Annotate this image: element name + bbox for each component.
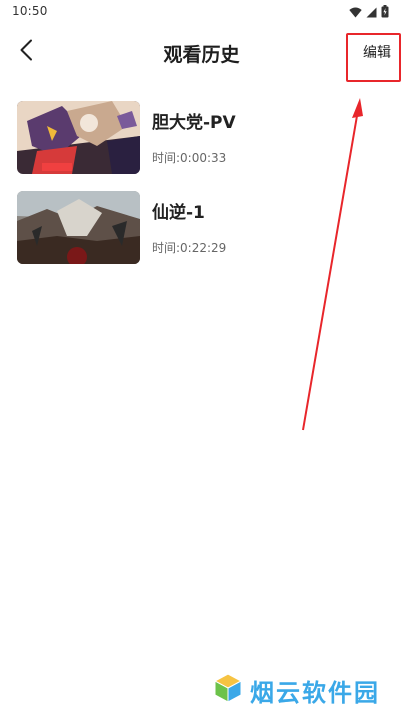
status-bar: 10:50 [0,0,403,24]
annotation-highlight-box [346,33,401,82]
history-item-time: 时间:0:00:33 [152,151,227,165]
battery-charging-icon [381,3,389,22]
history-item-title: 胆大党-PV [152,113,236,133]
page-title: 观看历史 [163,44,240,66]
watermark: 烟云软件园 [212,672,380,708]
cube-logo-icon [212,672,244,708]
history-item[interactable]: 胆大党-PV 时间:0:00:33 [0,98,403,188]
history-item-title: 仙逆-1 [152,203,205,223]
watermark-text: 烟云软件园 [250,678,380,707]
history-item[interactable]: 仙逆-1 时间:0:22:29 [0,188,403,278]
wifi-icon [349,3,362,22]
header: 观看历史 编辑 [0,24,403,80]
signal-icon [366,3,377,22]
fantasy-landscape-thumbnail [17,191,140,264]
status-icons [349,3,389,22]
anime-poster-thumbnail [17,101,140,174]
history-item-time: 时间:0:22:29 [152,241,227,255]
history-list: 胆大党-PV 时间:0:00:33 仙逆-1 时间:0:22:29 [0,98,403,278]
status-time: 10:50 [12,4,48,18]
